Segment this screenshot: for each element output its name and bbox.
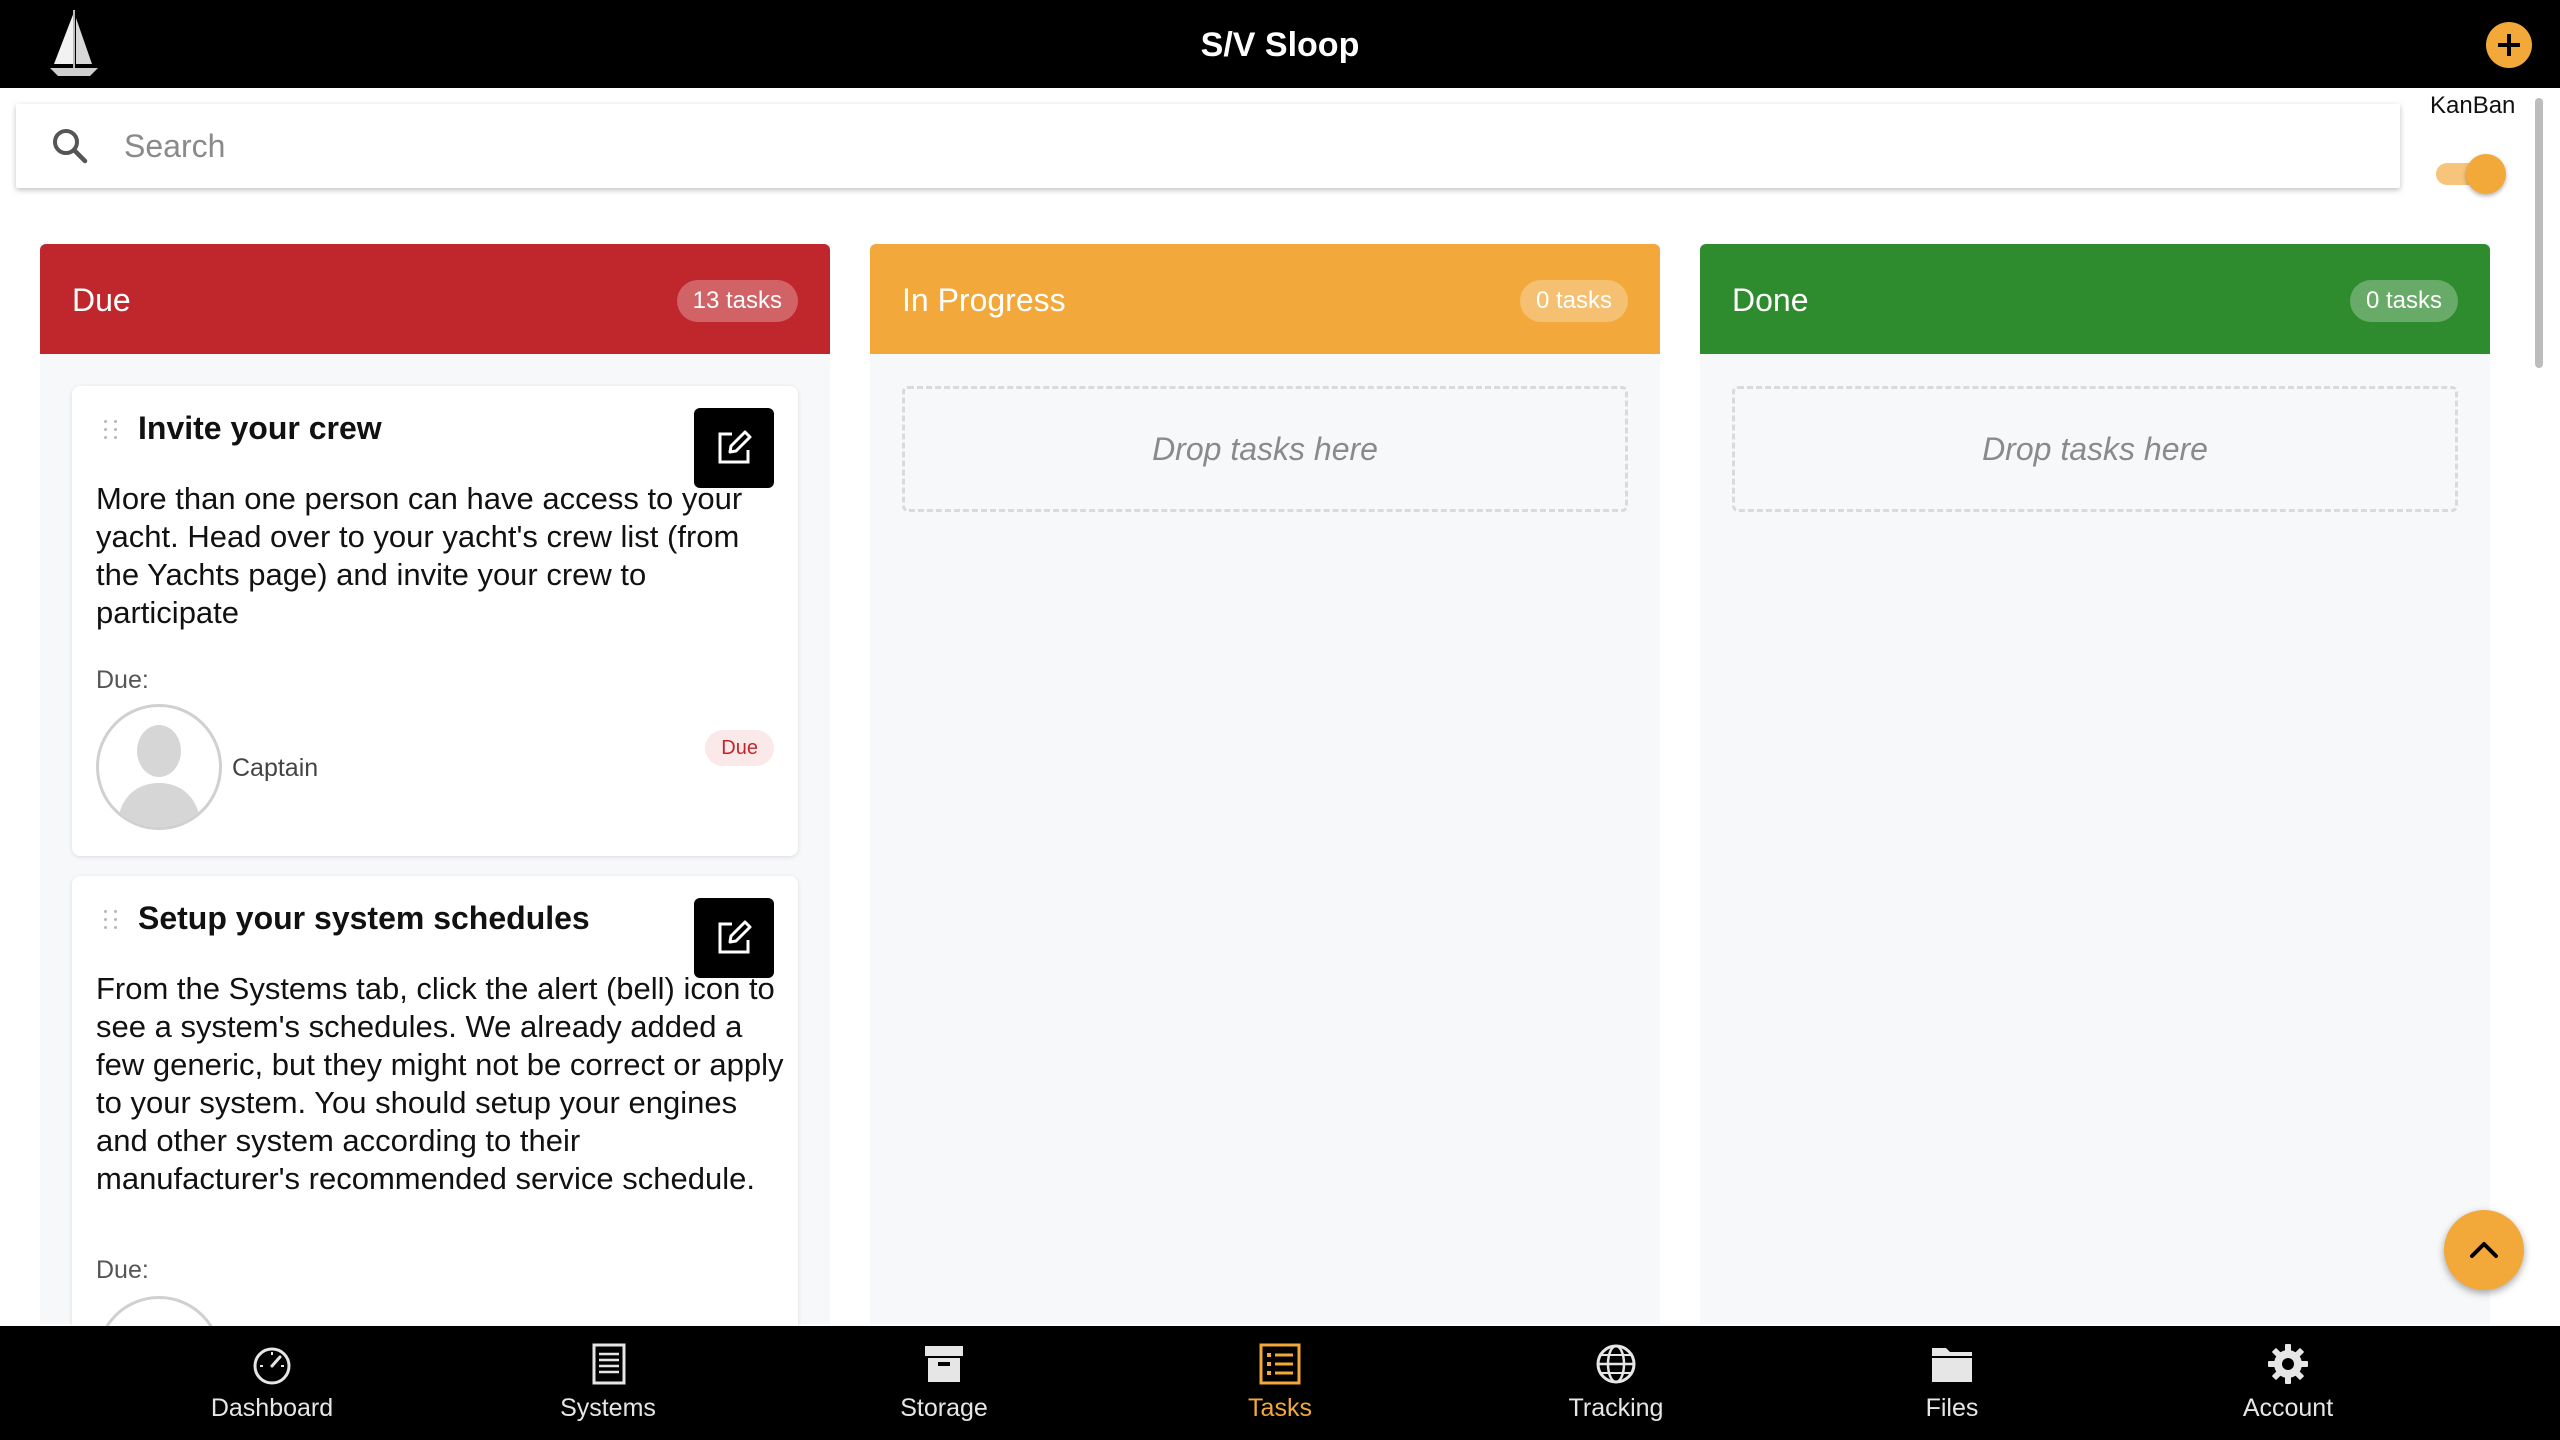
- column-due: Due 13 tasks Invite your crew More than …: [40, 244, 830, 1422]
- task-count-badge: 0 tasks: [1519, 280, 1628, 322]
- avatar: [96, 704, 222, 830]
- add-button[interactable]: [2486, 22, 2532, 68]
- folder-icon: [1932, 1348, 1972, 1382]
- column-title: Due: [72, 282, 131, 318]
- kanban-toggle[interactable]: [2436, 154, 2508, 194]
- nav-item-account[interactable]: Account: [2120, 1326, 2456, 1440]
- nav-label: Account: [2242, 1394, 2334, 1422]
- task-card[interactable]: Invite your crew More than one person ca…: [72, 386, 798, 856]
- document-icon: [592, 1343, 626, 1385]
- column-title: Done: [1732, 282, 1809, 318]
- nav-item-dashboard[interactable]: Dashboard: [104, 1326, 440, 1440]
- task-count-badge: 0 tasks: [2349, 280, 2458, 322]
- drag-handle-icon[interactable]: [102, 908, 122, 932]
- checklist-icon: [1259, 1343, 1301, 1385]
- edit-task-button[interactable]: [694, 898, 774, 978]
- app: S/V Sloop KanBan Due 13 tasks Invi: [0, 0, 2560, 1440]
- user-silhouette-icon: [117, 725, 201, 827]
- edit-icon: [718, 920, 752, 954]
- toggle-knob: [2466, 154, 2506, 194]
- nav-item-systems[interactable]: Systems: [440, 1326, 776, 1440]
- edit-task-button[interactable]: [694, 408, 774, 488]
- nav-item-files[interactable]: Files: [1784, 1326, 2120, 1440]
- gear-icon: [2268, 1344, 2308, 1384]
- task-count-badge: 13 tasks: [676, 280, 798, 322]
- app-title: S/V Sloop: [1200, 26, 1360, 64]
- task-title: Setup your system schedules: [138, 900, 590, 936]
- due-label: Due:: [96, 666, 149, 694]
- column-header-due: Due 13 tasks: [40, 244, 830, 354]
- search-input[interactable]: [124, 104, 2364, 188]
- bottom-nav: Dashboard Systems Storage Tasks Tracking…: [0, 1326, 2560, 1440]
- edit-icon: [718, 430, 752, 464]
- top-bar: S/V Sloop: [0, 0, 2560, 88]
- chevron-up-icon: [2470, 1242, 2498, 1258]
- due-label: Due:: [96, 1256, 149, 1284]
- drag-handle-icon[interactable]: [102, 418, 122, 442]
- archive-box-icon: [925, 1346, 963, 1382]
- task-description: More than one person can have access to …: [96, 481, 743, 630]
- task-card[interactable]: Setup your system schedules From the Sys…: [72, 876, 798, 1422]
- nav-label: Systems: [560, 1394, 656, 1422]
- gauge-icon: [253, 1347, 291, 1385]
- task-title: Invite your crew: [138, 410, 382, 446]
- nav-label: Dashboard: [210, 1394, 334, 1422]
- drop-zone[interactable]: Drop tasks here: [1732, 386, 2458, 512]
- nav-label: Tracking: [1568, 1394, 1664, 1422]
- search-icon: [53, 129, 88, 164]
- scrollbar-thumb[interactable]: [2535, 98, 2543, 368]
- status-badge: Due: [705, 730, 774, 766]
- scroll-to-top-button[interactable]: [2444, 1210, 2524, 1290]
- nav-item-storage[interactable]: Storage: [776, 1326, 1112, 1440]
- nav-label: Tasks: [1248, 1394, 1312, 1422]
- column-header-done: Done 0 tasks: [1700, 244, 2490, 354]
- column-done: Done 0 tasks Drop tasks here: [1700, 244, 2490, 1324]
- column-title: In Progress: [902, 282, 1066, 318]
- kanban-toggle-label: KanBan: [2430, 92, 2516, 119]
- column-header-in-progress: In Progress 0 tasks: [870, 244, 1660, 354]
- nav-label: Storage: [900, 1394, 988, 1422]
- page-scrollbar[interactable]: [2532, 90, 2546, 1320]
- nav-item-tracking[interactable]: Tracking: [1448, 1326, 1784, 1440]
- search-bar: [16, 104, 2400, 188]
- column-in-progress: In Progress 0 tasks Drop tasks here: [870, 244, 1660, 1324]
- assignee-name: Captain: [232, 754, 319, 782]
- globe-icon: [1596, 1344, 1636, 1384]
- drop-zone[interactable]: Drop tasks here: [902, 386, 1628, 512]
- nav-item-tasks[interactable]: Tasks: [1112, 1326, 1448, 1440]
- task-description: From the Systems tab, click the alert (b…: [96, 971, 784, 1196]
- nav-label: Files: [1925, 1394, 1979, 1422]
